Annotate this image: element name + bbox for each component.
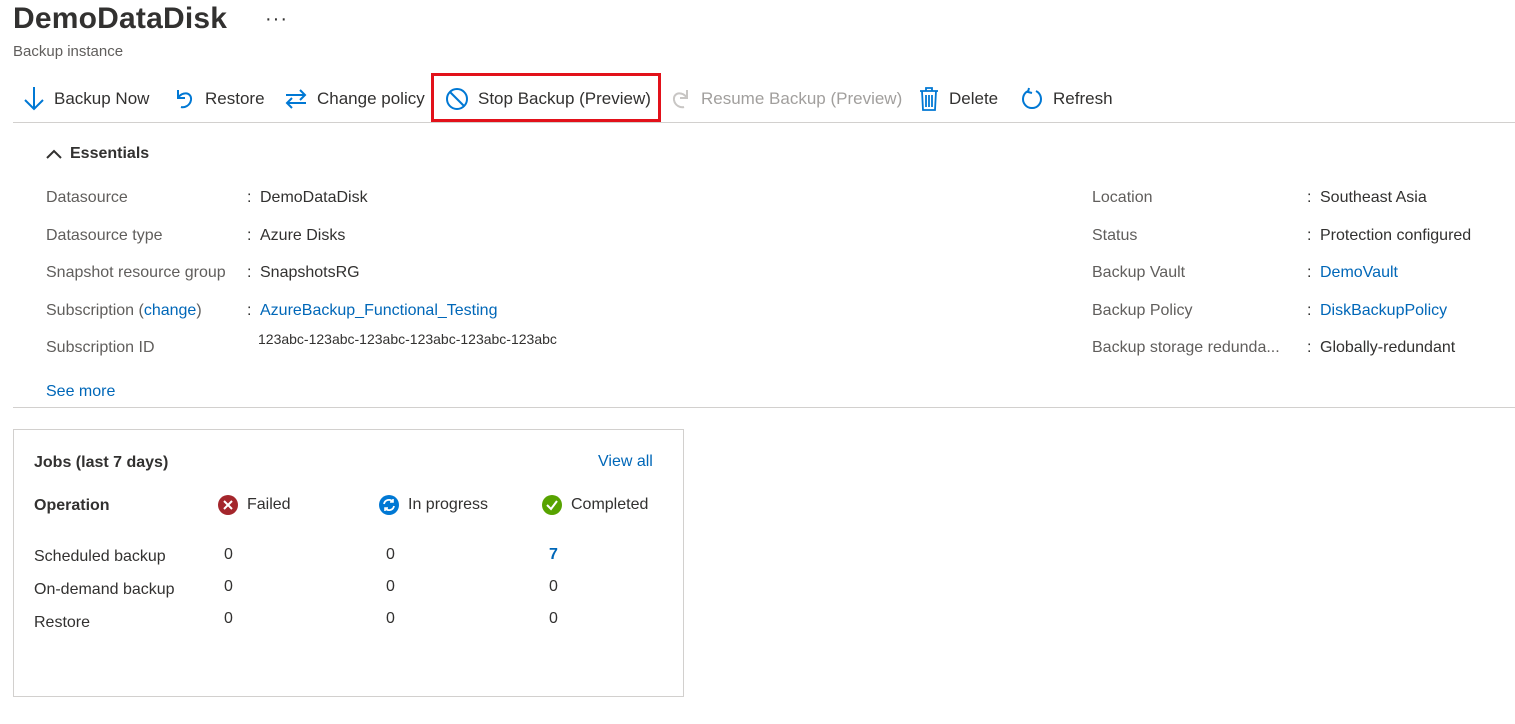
subscription-id-label: Subscription ID xyxy=(46,339,155,356)
refresh-label: Refresh xyxy=(1053,89,1113,108)
colon: : xyxy=(1307,189,1312,206)
failed-header-label: Failed xyxy=(247,496,291,513)
datasource-label: Datasource xyxy=(46,189,128,206)
check-circle-icon xyxy=(542,495,562,515)
restore-label: Restore xyxy=(205,89,265,108)
policy-link[interactable]: DiskBackupPolicy xyxy=(1320,302,1447,320)
change-subscription-link[interactable]: change xyxy=(144,302,197,319)
error-circle-icon xyxy=(218,495,238,515)
see-more-link[interactable]: See more xyxy=(46,383,115,401)
jobs-title: Jobs (last 7 days) xyxy=(34,454,169,471)
subscription-id-value: 123abc-123abc-123abc-123abc-123abc-123ab… xyxy=(258,331,557,347)
redundancy-value: Globally-redundant xyxy=(1320,339,1456,356)
status-value: Protection configured xyxy=(1320,227,1472,244)
location-label: Location xyxy=(1092,189,1153,206)
backup-now-label: Backup Now xyxy=(54,89,150,108)
command-bar: Backup Now Restore Change policy Stop Ba… xyxy=(13,73,1515,123)
jobs-card: Jobs (last 7 days) View all Operation Fa… xyxy=(13,429,684,697)
redundancy-label: Backup storage redunda... xyxy=(1092,339,1280,356)
job-row-label: Scheduled backup xyxy=(34,548,166,565)
page-title: DemoDataDisk xyxy=(13,2,228,35)
resume-backup-label: Resume Backup (Preview) xyxy=(701,89,903,108)
in-progress-header-label: In progress xyxy=(408,496,489,513)
location-value: Southeast Asia xyxy=(1320,189,1427,206)
status-label: Status xyxy=(1092,227,1138,244)
completed-count-link[interactable]: 7 xyxy=(549,546,558,564)
in-progress-header: In progress xyxy=(378,494,488,516)
essentials-divider xyxy=(13,407,1515,408)
snapshot-rg-label: Snapshot resource group xyxy=(46,264,226,281)
colon: : xyxy=(1307,302,1312,319)
job-row-label: On-demand backup xyxy=(34,581,175,598)
subscription-label-close: ) xyxy=(196,302,202,319)
colon: : xyxy=(247,227,252,244)
refresh-icon xyxy=(1022,87,1042,110)
delete-label: Delete xyxy=(949,89,999,108)
subscription-link[interactable]: AzureBackup_Functional_Testing xyxy=(260,302,497,320)
undo-icon xyxy=(177,90,193,109)
delete-button[interactable]: Delete xyxy=(918,78,998,120)
change-policy-button[interactable]: Change policy xyxy=(284,78,425,120)
operation-header: Operation xyxy=(34,497,110,514)
completed-header: Completed xyxy=(541,494,648,516)
essentials-label: Essentials xyxy=(70,145,150,162)
arrow-down-icon xyxy=(24,87,44,111)
failed-header: Failed xyxy=(217,494,291,516)
in-progress-count: 0 xyxy=(386,610,395,627)
in-progress-count: 0 xyxy=(386,578,395,595)
colon: : xyxy=(247,189,252,206)
datasource-type-value: Azure Disks xyxy=(260,227,346,244)
policy-label: Backup Policy xyxy=(1092,302,1193,319)
sync-circle-icon xyxy=(379,495,399,515)
failed-count: 0 xyxy=(224,546,233,563)
subscription-label: Subscription (change) xyxy=(46,302,202,320)
completed-header-label: Completed xyxy=(571,496,649,513)
failed-count: 0 xyxy=(224,578,233,595)
chevron-up-icon xyxy=(46,149,62,159)
highlight-annotation xyxy=(431,73,661,122)
colon: : xyxy=(247,264,252,281)
colon: : xyxy=(247,302,252,319)
restore-button[interactable]: Restore xyxy=(174,78,265,120)
completed-count: 0 xyxy=(549,610,558,627)
swap-arrows-icon xyxy=(285,89,307,109)
colon: : xyxy=(1307,227,1312,244)
datasource-type-label: Datasource type xyxy=(46,227,163,244)
vault-link[interactable]: DemoVault xyxy=(1320,264,1398,282)
refresh-button[interactable]: Refresh xyxy=(1020,78,1113,120)
colon: : xyxy=(1307,339,1312,356)
datasource-value: DemoDataDisk xyxy=(260,189,368,206)
resume-backup-button[interactable]: Resume Backup (Preview) xyxy=(670,78,902,120)
vault-label: Backup Vault xyxy=(1092,264,1186,281)
essentials-toggle[interactable]: Essentials xyxy=(46,145,149,163)
trash-icon xyxy=(920,87,938,111)
backup-now-button[interactable]: Backup Now xyxy=(23,78,149,120)
snapshot-rg-value: SnapshotsRG xyxy=(260,264,360,281)
subscription-label-text: Subscription ( xyxy=(46,302,144,319)
failed-count: 0 xyxy=(224,610,233,627)
job-row-label: Restore xyxy=(34,614,91,631)
redo-icon xyxy=(672,90,688,109)
change-policy-label: Change policy xyxy=(317,89,425,108)
page-subtitle: Backup instance xyxy=(13,43,124,60)
view-all-link[interactable]: View all xyxy=(598,453,653,471)
colon: : xyxy=(1307,264,1312,281)
more-actions-button[interactable]: ··· xyxy=(265,8,288,31)
completed-count: 0 xyxy=(549,578,558,595)
in-progress-count: 0 xyxy=(386,546,395,563)
